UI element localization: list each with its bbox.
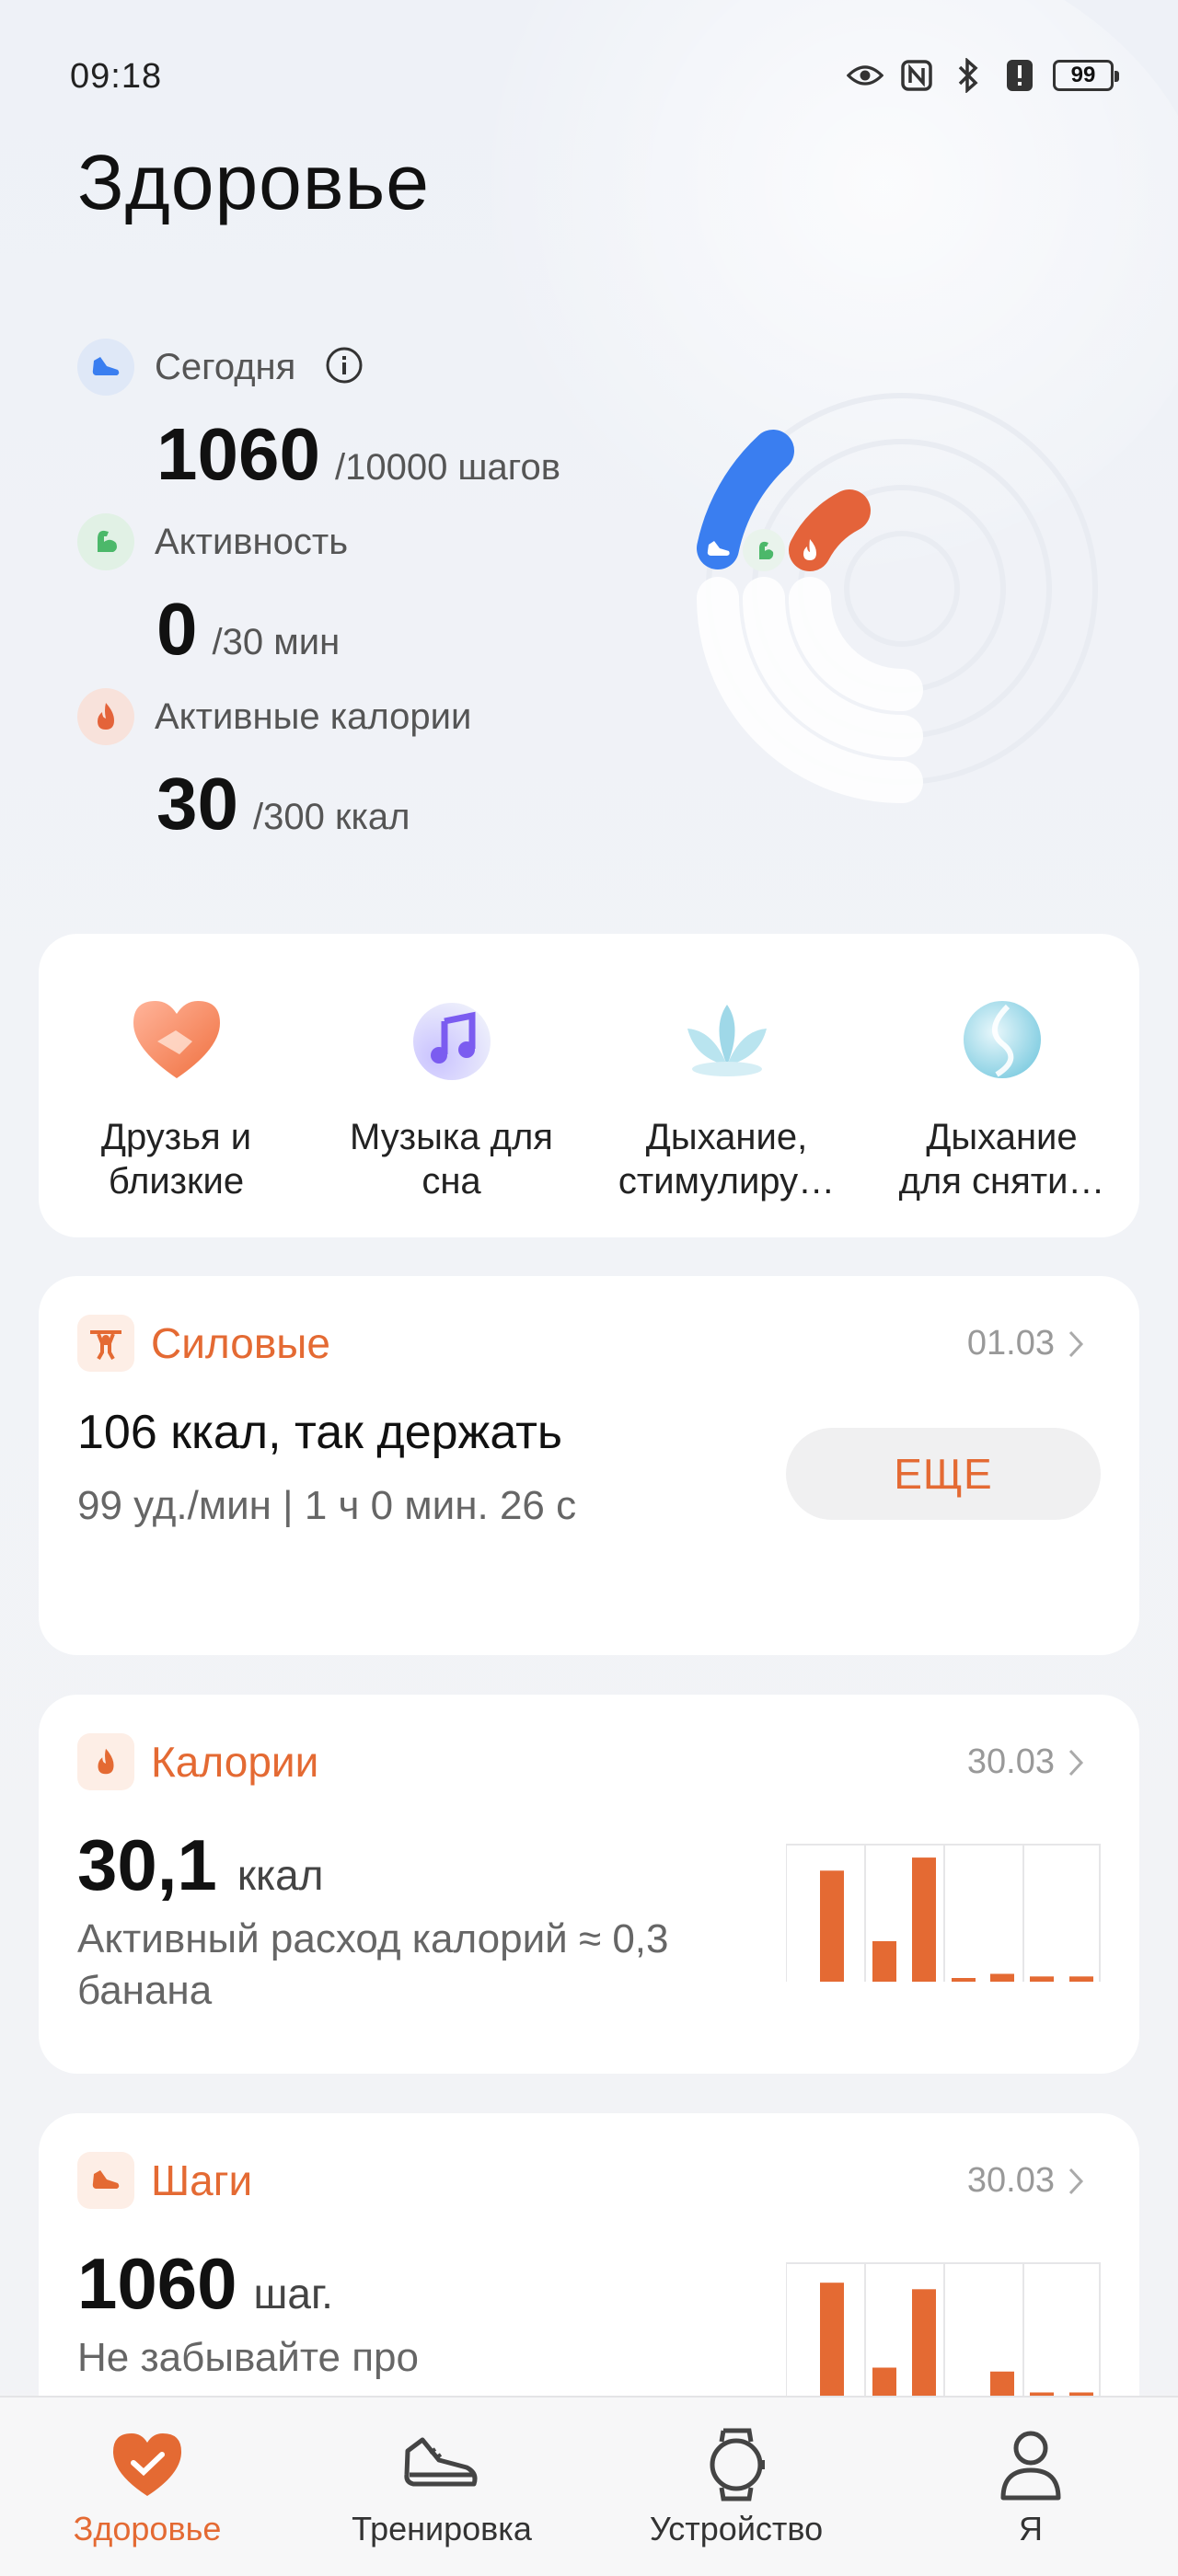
status-time: 09:18	[70, 57, 163, 96]
nav-workout-label: Тренировка	[352, 2510, 532, 2547]
battery-icon: 99	[1053, 60, 1119, 91]
steps-chart-bar	[912, 2289, 936, 2400]
music-note-icon	[397, 984, 507, 1095]
shoe-icon	[77, 2152, 134, 2209]
nav-device-label: Устройство	[649, 2510, 824, 2547]
nav-workout[interactable]: Тренировка	[294, 2398, 589, 2576]
shortcut-friends-label: Друзья и близкие	[100, 1117, 252, 1202]
info-icon[interactable]	[325, 346, 364, 389]
nav-health[interactable]: Здоровье	[0, 2398, 294, 2576]
strength-date-text: 01.03	[966, 1324, 1055, 1363]
heart-handshake-icon	[121, 984, 232, 1095]
flame-icon	[77, 688, 134, 745]
arm-muscle-icon	[77, 513, 134, 570]
calories-value: 30	[156, 763, 238, 845]
activity-goal[interactable]: Активность 0 /30 мин	[77, 513, 348, 672]
strength-card[interactable]: Силовые 01.03 106 ккал, так держать 99 у…	[39, 1276, 1139, 1655]
calories-unit: ккал	[237, 1851, 324, 1899]
status-icons: 99	[847, 57, 1119, 94]
strength-main: 106 ккал, так держать	[77, 1406, 563, 1459]
chevron-right-icon	[1068, 1330, 1084, 1357]
page-title: Здоровье	[77, 139, 431, 225]
steps-date[interactable]: 30.03	[967, 2161, 1084, 2201]
steps-mini-chart	[786, 2262, 1101, 2400]
lotus-icon	[672, 984, 782, 1095]
shortcuts-card: Друзья и близкие Музыка для сна Дыхание,…	[39, 934, 1139, 1237]
calories-title: Калории	[151, 1738, 319, 1786]
steps-target: /10000 шагов	[334, 447, 560, 488]
steps-chart-bar	[820, 2283, 844, 2400]
calories-value: 30,1	[77, 1824, 217, 1905]
status-bar: 09:18 99	[0, 0, 1178, 120]
shortcut-breathing-relax[interactable]: Дыхание для сняти…	[864, 934, 1139, 1237]
person-icon	[989, 2423, 1072, 2506]
calories-goal-label: Активные калории	[155, 696, 472, 737]
alert-icon	[1001, 57, 1038, 94]
weightlifting-icon	[77, 1315, 134, 1372]
eye-icon	[847, 57, 884, 94]
activity-target: /30 мин	[212, 622, 341, 662]
activity-goal-label: Активность	[155, 521, 349, 562]
calories-chart-bar	[990, 1973, 1014, 1982]
calories-chart-bar	[1030, 1976, 1054, 1982]
bottom-nav: Здоровье Тренировка Устройство Я	[0, 2396, 1178, 2576]
steps-sub: Не забывайте про	[77, 2335, 419, 2380]
calories-date[interactable]: 30.03	[967, 1742, 1084, 1782]
chevron-right-icon	[1068, 2168, 1084, 2194]
droplet-orb-icon	[947, 984, 1057, 1095]
strength-date[interactable]: 01.03	[967, 1324, 1084, 1363]
steps-goal-label: Сегодня	[155, 346, 296, 387]
nav-me-label: Я	[1019, 2510, 1043, 2547]
nav-health-label: Здоровье	[73, 2510, 222, 2547]
flame-icon	[77, 1733, 134, 1790]
calories-target: /300 ккал	[252, 797, 410, 837]
health-page: 09:18 99 Здоровье Сегодня 1060 /10000 ша…	[0, 0, 1178, 2576]
calories-chart-bar	[912, 1857, 936, 1982]
shortcut-sleep-music[interactable]: Музыка для сна	[314, 934, 589, 1237]
calories-chart-bar	[1069, 1976, 1093, 1982]
shortcut-breathing-energize-label: Дыхание, стимулиру…	[618, 1117, 836, 1202]
calories-goal[interactable]: Активные калории 30 /300 ккал	[77, 688, 471, 846]
strength-title: Силовые	[151, 1319, 330, 1367]
calories-mini-chart	[786, 1844, 1101, 1982]
shoe-icon	[77, 339, 134, 396]
shortcut-breathing-relax-label: Дыхание для сняти…	[898, 1117, 1105, 1202]
watch-icon	[695, 2423, 778, 2506]
shortcut-sleep-music-label: Музыка для сна	[350, 1117, 553, 1202]
strength-sub: 99 уд./мин | 1 ч 0 мин. 26 с	[77, 1483, 577, 1528]
chevron-right-icon	[1068, 1749, 1084, 1776]
steps-goal[interactable]: Сегодня 1060 /10000 шагов	[77, 339, 560, 497]
steps-card-value: 1060	[77, 2243, 237, 2324]
calories-chart-bar	[820, 1870, 844, 1982]
calories-sub: Активный расход калорий ≈ 0,3 банана	[77, 1916, 669, 2013]
bluetooth-icon	[950, 57, 987, 94]
shortcut-breathing-energize[interactable]: Дыхание, стимулиру…	[589, 934, 864, 1237]
nav-me[interactable]: Я	[884, 2398, 1178, 2576]
steps-date-text: 30.03	[966, 2161, 1055, 2200]
activity-rings[interactable]	[681, 377, 1123, 819]
calories-chart-bar	[952, 1978, 976, 1982]
calories-card[interactable]: Калории 30.03 30,1 ккал Активный расход …	[39, 1695, 1139, 2074]
calories-chart-bar	[872, 1940, 896, 1982]
steps-value: 1060	[156, 413, 320, 495]
ring-calories-progress	[789, 489, 871, 571]
heart-check-icon	[106, 2423, 189, 2506]
nfc-icon	[898, 57, 935, 94]
steps-card-unit: шаг.	[253, 2270, 333, 2317]
activity-value: 0	[156, 588, 198, 670]
nav-device[interactable]: Устройство	[589, 2398, 884, 2576]
shortcut-friends[interactable]: Друзья и близкие	[39, 934, 314, 1237]
sneaker-icon	[400, 2423, 483, 2506]
calories-date-text: 30.03	[966, 1742, 1055, 1781]
more-button[interactable]: ЕЩЕ	[786, 1428, 1101, 1520]
steps-title: Шаги	[151, 2156, 253, 2204]
